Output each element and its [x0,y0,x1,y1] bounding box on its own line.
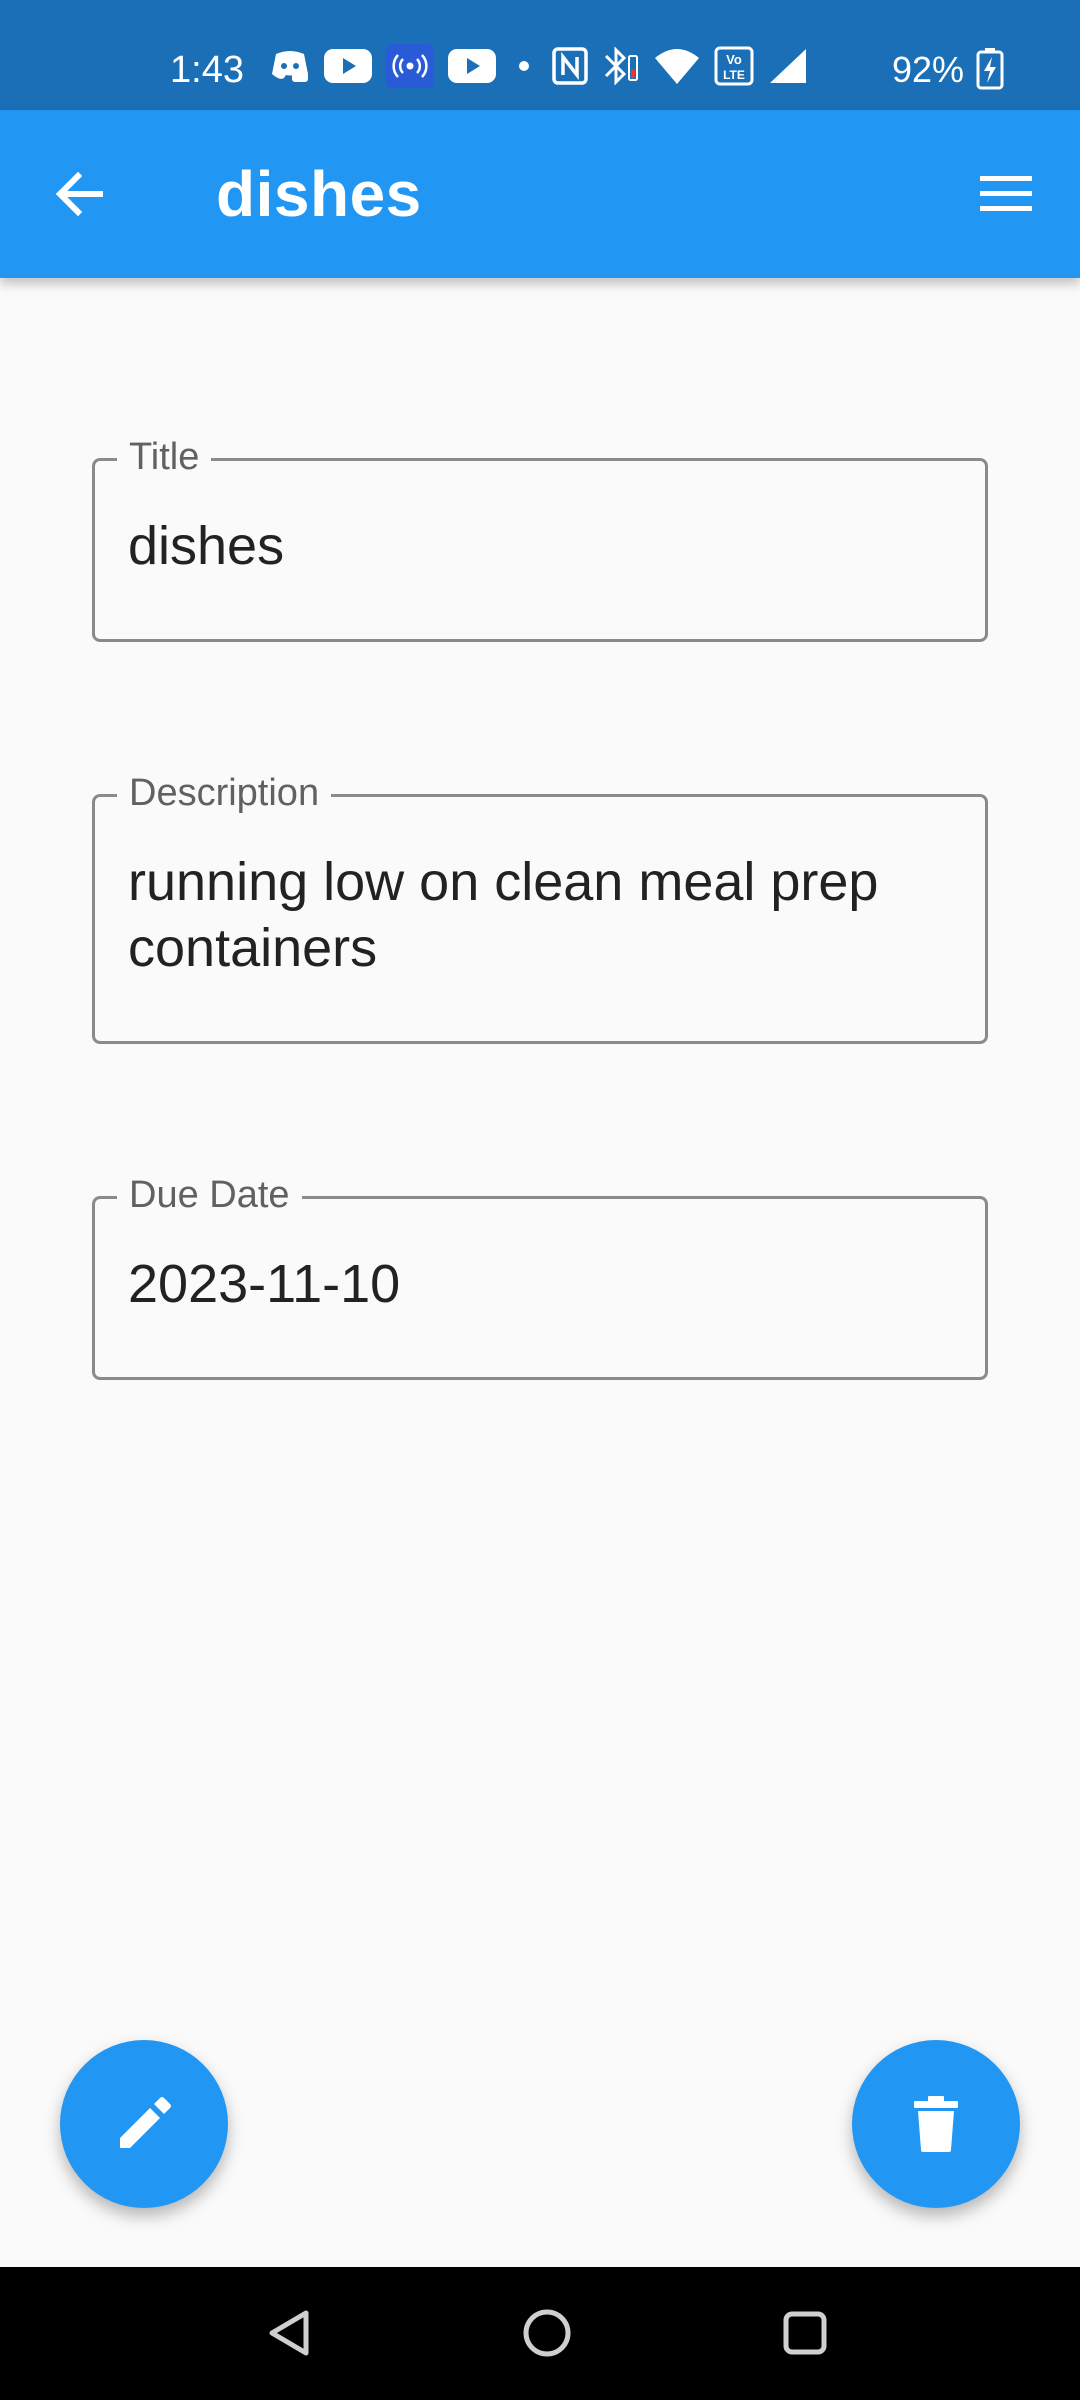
nav-back-button[interactable] [250,2293,330,2373]
pencil-icon [120,2097,171,2148]
battery-charging-icon [976,48,1004,95]
page-title: dishes [216,158,422,230]
nav-home-button[interactable] [507,2293,587,2373]
youtube-icon [324,48,372,88]
arrow-back-icon [55,171,103,217]
menu-button[interactable] [966,154,1046,234]
status-bar: 1:43 Vo LTE 92% [0,0,1080,110]
hotspot-icon [386,43,434,93]
signal-icon [768,47,808,90]
status-time: 1:43 [170,49,244,91]
nfc-icon [552,46,588,90]
nav-recents-icon [783,2311,827,2355]
description-field-value: running low on clean meal prep container… [128,852,879,978]
due-date-field-label: Due Date [117,1173,302,1217]
delete-button[interactable] [852,2040,1020,2208]
title-field[interactable]: Title dishes [92,435,988,642]
status-icons: Vo LTE [270,43,808,93]
description-field[interactable]: Description running low on clean meal pr… [92,771,988,1044]
due-date-field[interactable]: Due Date 2023-11-10 [92,1173,988,1380]
wifi-icon [654,48,700,89]
due-date-field-value: 2023-11-10 [128,1254,401,1314]
app-bar: dishes [0,110,1080,278]
dot-icon [518,59,530,77]
menu-icon [980,176,1032,211]
title-field-label: Title [117,435,212,479]
youtube-icon [448,48,496,88]
nav-home-icon [523,2309,571,2357]
back-button[interactable] [40,154,120,234]
volte-icon: Vo LTE [714,46,754,91]
nav-back-icon [269,2310,309,2356]
battery-percent: 92% [892,49,965,90]
svg-text:LTE: LTE [723,68,745,82]
bluetooth-icon [602,45,640,91]
edit-button[interactable] [60,2040,228,2208]
system-nav-bar [0,2267,1080,2400]
svg-text:Vo: Vo [726,52,742,67]
discord-icon [270,48,310,89]
title-field-value: dishes [128,516,285,576]
trash-icon [914,2096,958,2152]
nav-recents-button[interactable] [765,2293,845,2373]
description-field-label: Description [117,771,332,815]
